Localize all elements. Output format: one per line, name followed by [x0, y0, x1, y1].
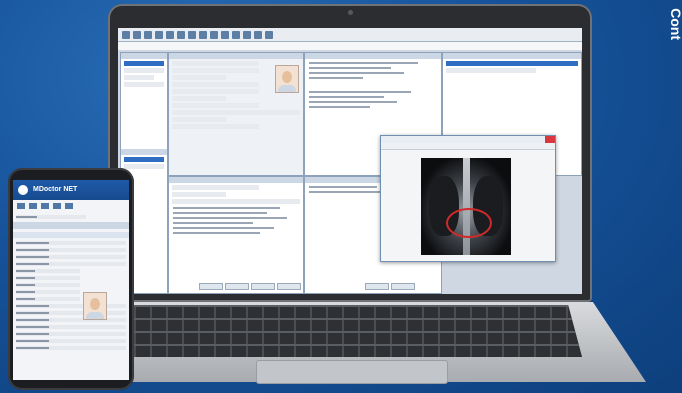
- highlight-circle: [446, 208, 492, 238]
- diagnosis-header: [169, 177, 303, 183]
- app-toolbar: [118, 28, 582, 42]
- list-item[interactable]: [124, 61, 164, 66]
- phone-toolbar: [13, 200, 129, 212]
- list-item[interactable]: [124, 164, 164, 169]
- form-field: [16, 339, 126, 343]
- user-icon[interactable]: [199, 30, 207, 39]
- form-field[interactable]: [172, 68, 260, 73]
- folder-icon[interactable]: [155, 30, 163, 39]
- action-button[interactable]: [225, 283, 249, 290]
- action-button[interactable]: [365, 283, 389, 290]
- list-item[interactable]: [124, 68, 164, 73]
- chart-icon[interactable]: [232, 30, 240, 39]
- laptop-screen: [118, 28, 582, 294]
- agenda-icon[interactable]: [41, 203, 49, 209]
- form-field: [16, 311, 126, 315]
- form-field: [16, 325, 126, 329]
- lock-icon[interactable]: [243, 30, 251, 39]
- menu-bar: [118, 42, 582, 50]
- form-field[interactable]: [172, 89, 260, 94]
- patient-icon[interactable]: [29, 203, 37, 209]
- form-field: [16, 290, 80, 294]
- form-field[interactable]: [172, 75, 226, 80]
- patient-form-header: [169, 53, 303, 59]
- smartphone: MDoctor NET: [8, 168, 134, 390]
- app-brand: MDoctor NET: [33, 186, 78, 193]
- form-field[interactable]: [172, 96, 226, 101]
- action-button[interactable]: [199, 283, 223, 290]
- list-item[interactable]: [446, 68, 536, 73]
- chest-xray-image: [421, 158, 511, 255]
- list-item[interactable]: [446, 61, 578, 66]
- form-field[interactable]: [172, 61, 260, 66]
- laptop: [108, 4, 592, 302]
- xray-viewer-window[interactable]: [380, 135, 556, 262]
- phone-tabs[interactable]: [13, 222, 129, 229]
- form-field[interactable]: [172, 103, 260, 108]
- action-button[interactable]: [391, 283, 415, 290]
- form-field: [16, 248, 126, 252]
- form-field: [16, 318, 126, 322]
- phone-screen: MDoctor NET: [13, 180, 129, 380]
- message-icon[interactable]: [53, 203, 61, 209]
- search-icon[interactable]: [144, 30, 152, 39]
- webcam: [348, 10, 353, 15]
- form-field: [16, 262, 126, 266]
- save-icon[interactable]: [122, 30, 130, 39]
- image-icon[interactable]: [221, 30, 229, 39]
- app-logo-icon: [18, 185, 28, 195]
- settings-icon[interactable]: [177, 30, 185, 39]
- form-field: [16, 346, 126, 350]
- keyboard: [120, 305, 582, 357]
- form-field: [16, 297, 80, 301]
- list-item[interactable]: [124, 82, 164, 87]
- xray-toolbar: [381, 143, 555, 150]
- form-field[interactable]: [172, 124, 260, 129]
- form-field: [16, 283, 80, 287]
- refresh-icon[interactable]: [254, 30, 262, 39]
- form-field: [16, 241, 126, 245]
- list-item[interactable]: [124, 157, 164, 162]
- form-field: [16, 332, 126, 336]
- history-header: [121, 149, 167, 155]
- patient-form-pane: [168, 52, 304, 176]
- message-icon[interactable]: [210, 30, 218, 39]
- form-field[interactable]: [172, 199, 300, 204]
- form-field[interactable]: [172, 185, 260, 190]
- patient-data-section: [13, 232, 129, 238]
- form-field: [16, 255, 126, 259]
- search-input[interactable]: [16, 215, 86, 219]
- form-field: [16, 276, 80, 280]
- help-icon[interactable]: [188, 30, 196, 39]
- appointments-header: [443, 53, 581, 59]
- patient-photo: [275, 65, 299, 93]
- home-icon[interactable]: [17, 203, 25, 209]
- form-field: [16, 269, 80, 273]
- form-field[interactable]: [172, 110, 300, 115]
- touchpad: [256, 360, 448, 384]
- diagnosis-pane: [168, 176, 304, 294]
- exit-icon[interactable]: [65, 203, 73, 209]
- exit-icon[interactable]: [265, 30, 273, 39]
- patient-photo: [83, 292, 107, 320]
- xray-window-title: [381, 136, 555, 143]
- clinical-notes-header: [305, 53, 441, 59]
- phone-app-header: MDoctor NET: [13, 180, 129, 200]
- patient-list-header: [121, 53, 167, 59]
- action-button[interactable]: [277, 283, 301, 290]
- side-label: Cont: [668, 8, 682, 40]
- list-item[interactable]: [124, 75, 154, 80]
- form-field[interactable]: [172, 117, 226, 122]
- form-field[interactable]: [172, 192, 226, 197]
- calendar-icon[interactable]: [166, 30, 174, 39]
- form-field: [16, 304, 126, 308]
- print-icon[interactable]: [133, 30, 141, 39]
- close-icon[interactable]: [545, 136, 555, 143]
- action-button[interactable]: [251, 283, 275, 290]
- form-field[interactable]: [172, 82, 260, 87]
